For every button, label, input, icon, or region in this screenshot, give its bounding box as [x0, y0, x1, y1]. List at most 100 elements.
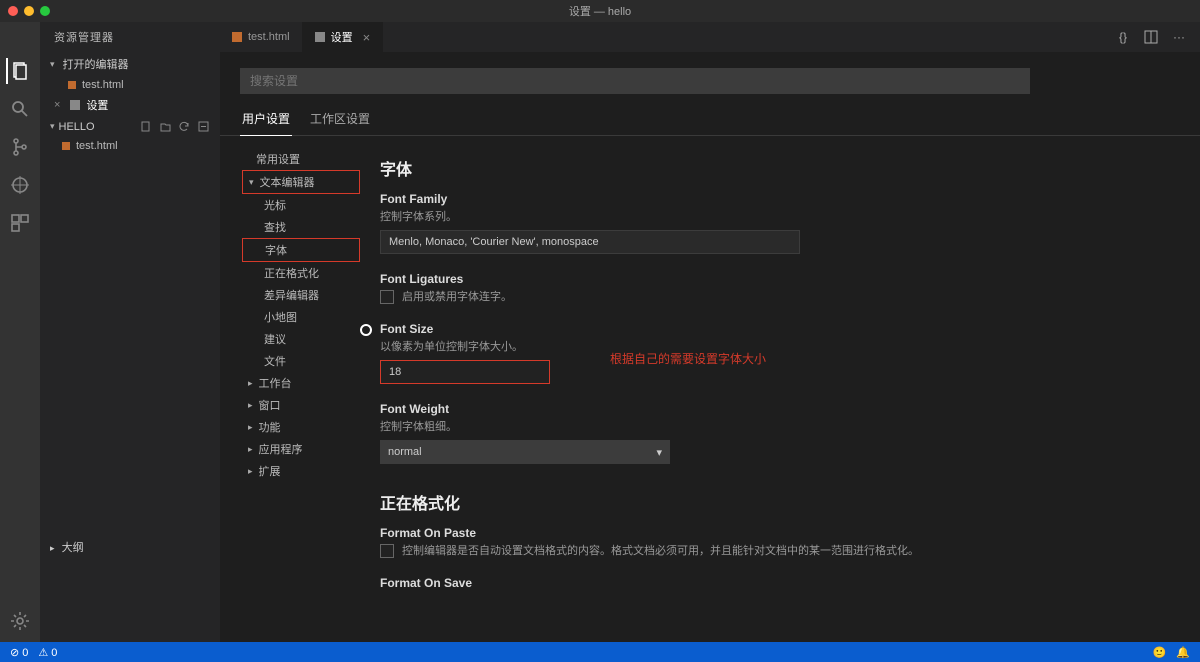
- setting-label: Font Ligatures: [380, 272, 1170, 286]
- setting-desc: 以像素为单位控制字体大小。: [380, 338, 1170, 354]
- explorer-icon[interactable]: [6, 58, 32, 84]
- setting-font-size: Font Size 以像素为单位控制字体大小。 根据自己的需要设置字体大小: [380, 322, 1170, 384]
- annotation-text: 根据自己的需要设置字体大小: [610, 350, 766, 367]
- settings-file-icon: [70, 100, 80, 110]
- ligatures-checkbox[interactable]: [380, 290, 394, 304]
- setting-font-family: Font Family 控制字体系列。: [380, 192, 1170, 254]
- gear-icon[interactable]: [7, 608, 33, 634]
- toc-item[interactable]: 功能: [242, 416, 360, 438]
- setting-desc: 启用或禁用字体连字。: [402, 291, 512, 303]
- main-area: 打开的编辑器 test.html × 设置 HELLO test.html 大纲: [0, 52, 1200, 642]
- toc-item-font[interactable]: 字体: [242, 238, 360, 262]
- settings-body: 常用设置 文本编辑器 光标 查找 字体 正在格式化 差异编辑器 小地图 建议 文…: [220, 136, 1200, 642]
- status-bar: ⊘ 0 ⚠ 0 🙂 🔔: [0, 642, 1200, 662]
- section-title-font: 字体: [380, 156, 1170, 180]
- debug-icon[interactable]: [7, 172, 33, 198]
- maximize-window-icon[interactable]: [40, 6, 50, 16]
- setting-format-on-save: Format On Save: [380, 576, 1170, 590]
- setting-label: Font Size: [380, 322, 1170, 336]
- font-weight-select[interactable]: normal ▾: [380, 440, 670, 464]
- activity-bar: [0, 52, 40, 642]
- toc-item[interactable]: 查找: [242, 216, 360, 238]
- setting-label: Font Weight: [380, 402, 1170, 416]
- open-editor-item[interactable]: test.html: [40, 76, 220, 94]
- minimize-window-icon[interactable]: [24, 6, 34, 16]
- editor-tabs: test.html 设置 ×: [220, 22, 1102, 52]
- settings-scope-tabs: 用户设置 工作区设置: [220, 104, 1200, 136]
- toc-item[interactable]: 应用程序: [242, 438, 360, 460]
- more-actions-icon[interactable]: ···: [1170, 28, 1188, 46]
- close-icon[interactable]: ×: [363, 30, 371, 45]
- settings-search-input[interactable]: [240, 68, 1030, 94]
- tab-settings[interactable]: 设置 ×: [303, 22, 384, 52]
- toc-item[interactable]: 光标: [242, 194, 360, 216]
- setting-desc: 控制字体粗细。: [380, 418, 1170, 434]
- select-value: normal: [388, 446, 422, 458]
- feedback-icon[interactable]: 🙂: [1153, 646, 1167, 659]
- tab-label: test.html: [248, 31, 290, 43]
- setting-desc: 控制字体系列。: [380, 208, 1170, 224]
- toc-item[interactable]: 文件: [242, 350, 360, 372]
- status-warnings[interactable]: ⚠ 0: [38, 646, 57, 659]
- toc-item[interactable]: 工作台: [242, 372, 360, 394]
- title-bar: 设置 — hello: [0, 0, 1200, 22]
- status-right: 🙂 🔔: [1153, 646, 1190, 659]
- toc-item[interactable]: 差异编辑器: [242, 284, 360, 306]
- toc-item[interactable]: 窗口: [242, 394, 360, 416]
- status-left: ⊘ 0 ⚠ 0: [10, 646, 57, 659]
- toc-item[interactable]: 扩展: [242, 460, 360, 482]
- explorer-title: 资源管理器: [40, 22, 220, 52]
- tab-test-html[interactable]: test.html: [220, 22, 303, 52]
- toc-item-text-editor[interactable]: 文本编辑器: [242, 170, 360, 194]
- toc-item[interactable]: 正在格式化: [242, 262, 360, 284]
- toc-item[interactable]: 小地图: [242, 306, 360, 328]
- setting-label: Format On Paste: [380, 526, 1170, 540]
- search-icon[interactable]: [7, 96, 33, 122]
- modified-indicator-icon: [360, 324, 372, 336]
- explorer-panel: 打开的编辑器 test.html × 设置 HELLO test.html 大纲: [40, 52, 220, 642]
- open-editor-label: test.html: [82, 79, 124, 91]
- toc-item[interactable]: 常用设置: [242, 148, 360, 170]
- source-control-icon[interactable]: [7, 134, 33, 160]
- close-window-icon[interactable]: [8, 6, 18, 16]
- split-editor-icon[interactable]: [1142, 28, 1160, 46]
- open-editors-section[interactable]: 打开的编辑器: [40, 52, 220, 76]
- tab-user-settings[interactable]: 用户设置: [240, 104, 292, 136]
- top-row: 资源管理器 test.html 设置 × {} ···: [0, 22, 1200, 52]
- project-name: HELLO: [59, 121, 95, 133]
- close-icon[interactable]: ×: [54, 99, 60, 111]
- settings-editor: 用户设置 工作区设置 常用设置 文本编辑器 光标 查找 字体 正在格式化 差异编…: [220, 52, 1200, 642]
- tab-label: 设置: [331, 29, 353, 45]
- status-errors[interactable]: ⊘ 0: [10, 646, 28, 659]
- settings-toc: 常用设置 文本编辑器 光标 查找 字体 正在格式化 差异编辑器 小地图 建议 文…: [220, 136, 360, 642]
- html-file-icon: [62, 142, 70, 150]
- activity-bar-spacer: [0, 22, 40, 52]
- outline-section[interactable]: 大纲: [40, 535, 220, 559]
- refresh-icon[interactable]: [178, 120, 191, 133]
- project-action-icons: [140, 120, 210, 133]
- settings-search-wrap: [220, 52, 1200, 104]
- settings-content: 字体 Font Family 控制字体系列。 Font Ligatures 启用…: [360, 136, 1200, 642]
- settings-file-icon: [315, 32, 325, 42]
- extensions-icon[interactable]: [7, 210, 33, 236]
- open-json-icon[interactable]: {}: [1114, 28, 1132, 46]
- editor-actions: {} ···: [1102, 22, 1200, 52]
- format-on-paste-checkbox[interactable]: [380, 544, 394, 558]
- project-section[interactable]: HELLO: [40, 116, 220, 137]
- setting-font-weight: Font Weight 控制字体粗细。 normal ▾: [380, 402, 1170, 464]
- toc-item[interactable]: 建议: [242, 328, 360, 350]
- new-folder-icon[interactable]: [159, 120, 172, 133]
- font-size-input[interactable]: [380, 360, 550, 384]
- window-controls: [0, 6, 50, 16]
- notifications-icon[interactable]: 🔔: [1176, 646, 1190, 659]
- collapse-icon[interactable]: [197, 120, 210, 133]
- file-item[interactable]: test.html: [40, 137, 220, 155]
- section-title-formatting: 正在格式化: [380, 490, 1170, 514]
- open-editor-item[interactable]: × 设置: [40, 94, 220, 116]
- new-file-icon[interactable]: [140, 120, 153, 133]
- setting-desc: 控制编辑器是否自动设置文档格式的内容。格式文档必须可用，并且能针对文档中的某一范…: [402, 545, 919, 557]
- file-label: test.html: [76, 140, 118, 152]
- font-family-input[interactable]: [380, 230, 800, 254]
- tab-workspace-settings[interactable]: 工作区设置: [308, 104, 372, 135]
- window-title: 设置 — hello: [569, 3, 631, 19]
